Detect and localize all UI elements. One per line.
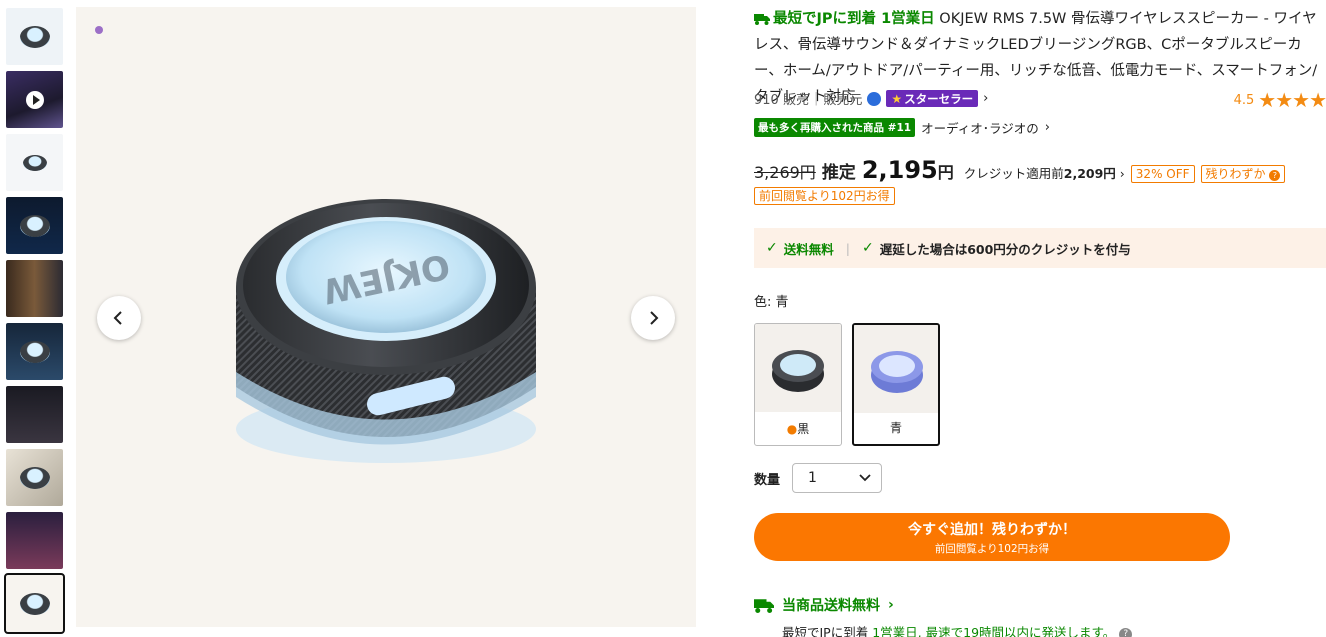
chevron-right-icon: › <box>888 597 894 613</box>
quantity-value: 1 <box>808 470 817 486</box>
thumbnail-9[interactable] <box>6 512 63 569</box>
star-icon: ★ <box>891 91 903 106</box>
swatch-label: ●黒 <box>755 420 841 437</box>
thumbnail-product-image <box>19 592 50 615</box>
previous-view-savings-badge: 前回閲覧より102円お得 <box>754 187 895 205</box>
thumbnail-4[interactable] <box>6 197 63 254</box>
truck-icon <box>754 598 774 613</box>
color-label: 色: 青 <box>754 295 789 310</box>
free-shipping-title: 当商品送料無料 <box>782 598 880 614</box>
quantity-select[interactable]: 1 <box>792 463 882 493</box>
discount-badge: 32% OFF <box>1130 165 1195 183</box>
rating-value: 4.5 <box>1233 92 1255 108</box>
fast-delivery-label: 最短でJPに到着 1営業日 <box>754 11 935 27</box>
repurchase-rank-badge: 最も多く再購入された商品 #11 <box>754 118 916 137</box>
thumbnail-1[interactable] <box>6 8 63 65</box>
sold-count: 910 販売 <box>754 93 809 108</box>
thumbnail-5[interactable] <box>6 260 63 317</box>
check-icon: ✓ <box>766 240 778 256</box>
thumbnail-product-image <box>19 340 50 363</box>
color-option-black[interactable]: ●黒 <box>754 323 842 446</box>
thumbnail-3[interactable] <box>6 134 63 191</box>
sold-seller-line: 910 販売 | 販売元 ★ スターセラー › <box>754 89 988 108</box>
image-indicator-dot <box>95 26 103 34</box>
chevron-left-icon <box>113 311 122 325</box>
color-option-blue[interactable]: 青 <box>852 323 940 446</box>
speaker-product-image: OKJEW <box>236 199 536 463</box>
swatch-label-text: 黒 <box>797 422 810 436</box>
help-icon[interactable]: ? <box>1119 628 1133 637</box>
next-image-button[interactable] <box>631 296 675 340</box>
low-stock-badge[interactable]: 残りわずか ? <box>1200 165 1286 183</box>
credit-price[interactable]: クレジット適用前2,209円 › <box>964 163 1125 182</box>
thumbnail-product-image <box>19 214 50 237</box>
rank-line[interactable]: 最も多く再購入された商品 #11 オーディオ･ラジオの › <box>754 118 1050 137</box>
check-icon: ✓ <box>861 240 874 256</box>
price-line: 3,269円 推定 2,195 円 クレジット適用前2,209円 › 32% O… <box>754 156 1286 184</box>
seller-prefix[interactable]: 販売元 <box>823 89 862 108</box>
add-button-sub-label: 前回閲覧より102円お得 <box>934 542 1050 555</box>
fast-note-highlight: 1営業日, 最速で19時間以内に発送します。 <box>872 625 1116 637</box>
shipping-benefits-box[interactable]: ✓ 送料無料 | ✓ 遅延した場合は600円分のクレジットを付与 <box>754 228 1326 268</box>
star-seller-text: スターセラー <box>904 91 974 106</box>
estimated-label: 推定 <box>821 163 856 183</box>
thumbnail-strip <box>4 8 65 637</box>
thumbnail-product-image <box>19 25 50 48</box>
thumbnail-2-video[interactable] <box>6 71 63 128</box>
original-price: 3,269円 <box>754 163 816 182</box>
rating[interactable]: 4.5 ★★★★ <box>1234 88 1326 112</box>
quantity-label: 数量 <box>754 473 781 488</box>
current-price: 2,195 <box>861 156 938 184</box>
help-icon: ? <box>1269 170 1281 181</box>
free-shipping-link[interactable]: 当商品送料無料 › <box>754 595 894 615</box>
fast-note-prefix: 最短でJPに到着 <box>782 625 869 637</box>
thumbnail-7[interactable] <box>6 386 63 443</box>
fire-icon: ● <box>786 422 798 436</box>
low-stock-text: 残りわずか <box>1205 167 1266 181</box>
chevron-right-icon: › <box>1044 120 1050 135</box>
chevron-right-icon <box>650 311 659 325</box>
chevron-down-icon <box>859 474 871 482</box>
thumbnail-10-selected[interactable] <box>4 573 65 634</box>
credit-value: 2,209円 <box>1063 166 1116 181</box>
swatch-image <box>854 325 938 413</box>
divider: | <box>845 240 850 256</box>
current-price-unit: 円 <box>937 163 954 182</box>
rating-stars-icon: ★★★★ <box>1258 88 1326 112</box>
truck-icon <box>754 14 770 25</box>
seller-logo-icon[interactable] <box>867 91 882 106</box>
blue-speaker-image <box>871 351 923 393</box>
thumbnail-6[interactable] <box>6 323 63 380</box>
fast-delivery-note: 最短でJPに到着 1営業日, 最速で19時間以内に発送します。 ? <box>782 622 1133 637</box>
rank-category: オーディオ･ラジオの <box>921 121 1039 136</box>
previous-image-button[interactable] <box>97 296 141 340</box>
divider: | <box>813 91 819 106</box>
add-button-main-label: 今すぐ追加！残りわずか！ <box>908 521 1076 538</box>
main-product-image: OKJEW <box>76 7 696 627</box>
fast-delivery-text: 最短でJPに到着 1営業日 <box>773 11 935 27</box>
swatch-label: 青 <box>889 421 902 435</box>
thumbnail-product-image <box>19 466 50 489</box>
add-to-cart-button[interactable]: 今すぐ追加！残りわずか！ 前回閲覧より102円お得 <box>754 513 1230 561</box>
credit-prefix: クレジット適用前 <box>963 166 1064 181</box>
swatch-image <box>755 324 841 412</box>
black-speaker-image <box>772 350 824 392</box>
thumbnail-8[interactable] <box>6 449 63 506</box>
star-seller-badge[interactable]: ★ スターセラー <box>886 90 979 107</box>
chevron-right-icon[interactable]: › <box>983 91 988 106</box>
thumbnail-product-image <box>22 154 47 171</box>
play-icon <box>25 90 44 109</box>
free-shipping-text: 送料無料 <box>783 241 834 257</box>
late-credit-text: 遅延した場合は600円分のクレジットを付与 <box>879 241 1131 257</box>
